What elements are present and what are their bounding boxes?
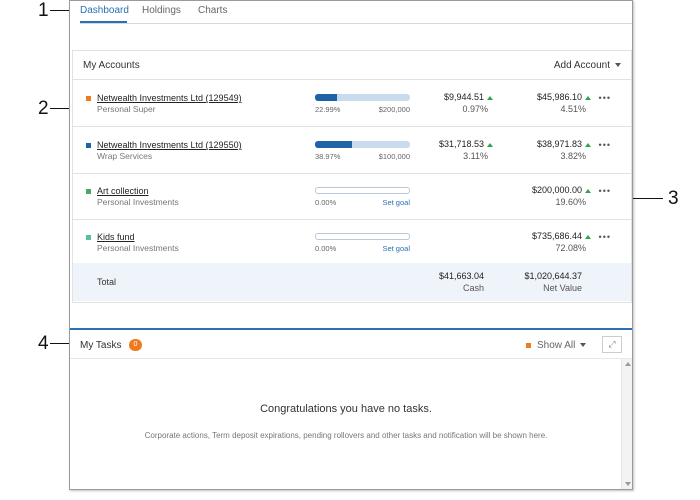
net-value: $38,971.83 — [501, 139, 591, 149]
arrow-up-icon — [585, 142, 591, 147]
callout-4: 4 — [38, 333, 49, 354]
tab-charts[interactable]: Charts — [198, 5, 227, 16]
goal-progress-fill — [315, 94, 337, 101]
tasks-title: My Tasks — [80, 340, 122, 351]
net-value: $200,000.00 — [501, 185, 591, 195]
net-value: $735,686.44 — [501, 231, 591, 241]
arrow-up-icon — [585, 188, 591, 193]
tasks-divider — [70, 328, 632, 330]
add-account-label: Add Account — [553, 60, 610, 71]
account-color-marker — [86, 189, 91, 194]
app-frame: Dashboard Holdings Charts My Accounts Ad… — [69, 0, 633, 490]
account-type: Wrap Services — [97, 151, 153, 161]
net-percent: 4.51% — [560, 104, 586, 114]
goal-percent: 22.99% — [315, 105, 341, 114]
total-net-label: Net Value — [543, 283, 582, 293]
set-goal-link[interactable]: Set goal — [382, 198, 410, 207]
callout-1-line — [50, 10, 70, 11]
add-account-button[interactable]: Add Account — [554, 60, 621, 71]
goal-percent: 38.97% — [315, 152, 341, 161]
scroll-up-icon[interactable] — [625, 362, 631, 366]
more-options-icon[interactable]: ••• — [599, 186, 611, 196]
more-options-icon[interactable]: ••• — [599, 93, 611, 103]
account-row: Netwealth Investments Ltd (129550) Wrap … — [73, 127, 631, 174]
account-type: Personal Investments — [97, 197, 179, 207]
account-name-link[interactable]: Netwealth Investments Ltd (129549) — [97, 93, 242, 103]
scroll-down-icon[interactable] — [625, 482, 631, 486]
tab-dashboard[interactable]: Dashboard — [80, 5, 129, 16]
goal-progress-bar — [315, 187, 410, 194]
empty-tasks-description: Corporate actions, Term deposit expirati… — [144, 431, 548, 440]
net-percent: 72.08% — [555, 243, 586, 253]
account-name-link[interactable]: Art collection — [97, 186, 149, 196]
account-color-marker — [86, 143, 91, 148]
account-row: Kids fund Personal Investments 0.00% Set… — [73, 219, 631, 265]
callout-3: 3 — [668, 188, 679, 209]
account-type: Personal Investments — [97, 243, 179, 253]
total-net-value: $1,020,644.37 — [524, 271, 582, 281]
net-value: $45,986.10 — [501, 92, 591, 102]
goal-percent: 0.00% — [315, 244, 337, 253]
account-type: Personal Super — [97, 104, 156, 114]
tab-bar: Dashboard Holdings Charts — [80, 3, 632, 24]
account-color-marker — [86, 235, 91, 240]
more-options-icon[interactable]: ••• — [599, 140, 611, 150]
arrow-up-icon — [585, 95, 591, 100]
account-row: Art collection Personal Investments 0.00… — [73, 173, 631, 220]
total-label: Total — [97, 277, 117, 287]
active-tab-indicator — [80, 21, 127, 23]
filter-marker-icon — [526, 342, 531, 348]
goal-progress-bar — [315, 233, 410, 240]
arrow-up-icon — [487, 95, 493, 100]
empty-tasks-title: Congratulations you have no tasks. — [260, 403, 432, 415]
total-cash: $41,663.04 — [438, 271, 484, 281]
arrow-up-icon — [487, 142, 493, 147]
account-name-link[interactable]: Kids fund — [97, 232, 135, 242]
account-name-link[interactable]: Netwealth Investments Ltd (129550) — [97, 140, 242, 150]
net-percent: 3.82% — [560, 151, 586, 161]
tasks-scrollbar[interactable] — [621, 359, 632, 489]
goal-progress-bar — [315, 94, 410, 101]
goal-percent: 0.00% — [315, 198, 337, 207]
total-row: Total $41,663.04 Cash $1,020,644.37 Net … — [73, 263, 631, 301]
chevron-down-icon — [615, 63, 621, 68]
tasks-body: Congratulations you have no tasks. Corpo… — [70, 358, 632, 489]
tab-holdings[interactable]: Holdings — [142, 5, 181, 16]
my-tasks-header: My Tasks 0 Show All ⤢ — [70, 331, 632, 357]
callout-1: 1 — [38, 0, 49, 21]
show-all-dropdown[interactable]: Show All — [526, 340, 587, 351]
more-options-icon[interactable]: ••• — [599, 232, 611, 242]
callout-2: 2 — [38, 98, 49, 119]
goal-progress-fill — [315, 141, 353, 148]
expand-icon[interactable]: ⤢ — [602, 336, 622, 353]
cash-value: $9,944.51 — [403, 92, 493, 102]
my-accounts-panel: My Accounts Add Account Netwealth Invest… — [72, 50, 632, 303]
goal-progress-bar — [315, 141, 410, 148]
arrow-up-icon — [585, 234, 591, 239]
accounts-header: My Accounts Add Account — [73, 51, 631, 80]
total-cash-label: Cash — [462, 283, 484, 293]
chevron-down-icon — [580, 343, 587, 348]
cash-percent: 3.11% — [463, 151, 488, 161]
net-percent: 19.60% — [555, 197, 586, 207]
accounts-title: My Accounts — [83, 60, 140, 71]
cash-value: $31,718.53 — [403, 139, 493, 149]
tasks-count-badge: 0 — [129, 339, 142, 351]
account-color-marker — [86, 96, 91, 101]
set-goal-link[interactable]: Set goal — [382, 244, 410, 253]
cash-percent: 0.97% — [462, 104, 488, 114]
account-row: Netwealth Investments Ltd (129549) Perso… — [73, 80, 631, 127]
